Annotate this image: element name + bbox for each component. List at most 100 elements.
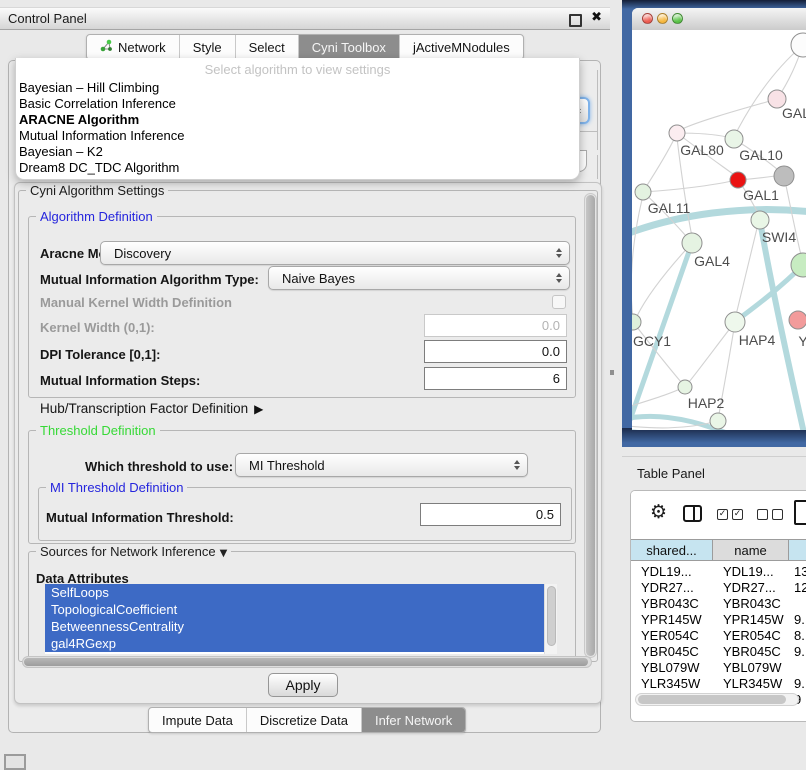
resize-handle[interactable]	[610, 370, 614, 375]
network-node[interactable]	[774, 166, 794, 186]
sources-toggle[interactable]: Sources for Network Inference▼	[36, 544, 231, 559]
hub-definition-toggle[interactable]: Hub/Transcription Factor Definition▶	[40, 401, 263, 416]
network-edge[interactable]	[646, 133, 677, 187]
network-edge[interactable]	[633, 322, 681, 382]
network-edge[interactable]	[637, 243, 692, 316]
table-row[interactable]: YBL079WYBL079W	[631, 659, 806, 675]
attribute-list-item[interactable]: BetweennessCentrality	[45, 618, 557, 635]
algorithm-option-bayesian-k2[interactable]: Bayesian – K2	[16, 144, 579, 160]
group-title: Threshold Definition	[36, 423, 160, 438]
mi-steps-input[interactable]: 6	[424, 367, 567, 390]
attribute-list-item[interactable]: gal4RGexp	[45, 635, 557, 652]
tab-label: Select	[249, 40, 285, 55]
columns-icon[interactable]	[683, 505, 702, 522]
node-label: Y	[798, 333, 806, 349]
tab-cyni-toolbox[interactable]: Cyni Toolbox	[299, 35, 400, 59]
list-vertical-scrollbar[interactable]	[544, 584, 557, 654]
tab-impute-data[interactable]: Impute Data	[149, 708, 247, 732]
node-label: GAL11	[648, 200, 691, 216]
network-graph[interactable]: GALGAL80GAL10GAL1GAL11SWI4GAL4GCY1HAP4YH…	[632, 30, 806, 430]
apply-button[interactable]: Apply	[268, 673, 338, 697]
column-header-shared[interactable]: shared...	[631, 540, 713, 560]
top-tabs: NetworkStyle Select Cyni ToolboxjActiveMNo…	[86, 34, 524, 60]
table-horizontal-scrollbar[interactable]	[635, 693, 799, 706]
page-icon[interactable]	[794, 500, 806, 525]
table-row[interactable]: YER054CYER054C8.	[631, 627, 806, 643]
attribute-list-item[interactable]: TopologicalCoefficient	[45, 601, 557, 618]
network-node[interactable]	[669, 125, 685, 141]
settings-horizontal-scrollbar[interactable]	[22, 656, 592, 668]
table-row[interactable]: YLR345WYLR345W9.	[631, 675, 806, 691]
network-window-titlebar[interactable]	[632, 8, 806, 31]
network-node[interactable]	[635, 184, 651, 200]
network-node[interactable]	[678, 380, 692, 394]
threshold-select[interactable]: MI Threshold	[235, 453, 528, 477]
network-canvas[interactable]: GALGAL80GAL10GAL1GAL11SWI4GAL4GCY1HAP4YH…	[632, 30, 806, 430]
input-value: 0.5	[536, 507, 554, 522]
network-node[interactable]	[710, 413, 726, 429]
network-edge[interactable]	[784, 176, 802, 259]
manual-kernel-checkbox[interactable]	[552, 295, 566, 309]
scrollbar-thumb[interactable]	[547, 586, 556, 646]
table-row[interactable]: YDR27...YDR27...12	[631, 579, 806, 595]
algorithm-option-dream8-dc-tdc-algorithm[interactable]: Dream8 DC_TDC Algorithm	[16, 160, 579, 176]
network-node[interactable]	[789, 311, 806, 329]
node-label: GAL4	[694, 253, 730, 269]
panel-divider	[622, 456, 806, 457]
tab-infer-network[interactable]: Infer Network	[362, 708, 465, 732]
column-header-name[interactable]: name	[713, 540, 789, 560]
minimize-traffic-light[interactable]	[657, 13, 668, 24]
data-attributes-list[interactable]: SelfLoopsTopologicalCoefficientBetweenne…	[45, 584, 557, 654]
column-header-a[interactable]: A	[789, 540, 806, 560]
network-node[interactable]	[751, 211, 769, 229]
close-icon[interactable]: ✖	[591, 10, 602, 25]
tab-select[interactable]: Select	[236, 35, 299, 59]
checked-checkbox-icon[interactable]: ✓	[717, 509, 728, 520]
node-label: HAP2	[688, 395, 725, 411]
close-traffic-light[interactable]	[642, 13, 653, 24]
selected-value: MI Threshold	[249, 458, 325, 473]
table-cell: 9.	[789, 644, 806, 659]
table-body: YDL19...YDL19...13YDR27...YDR27...12YBR0…	[631, 563, 806, 707]
aracne-mode-select[interactable]: Discovery	[100, 241, 570, 265]
mi-threshold-input[interactable]: 0.5	[420, 503, 561, 526]
table-row[interactable]: YBR043CYBR043C	[631, 595, 806, 611]
mi-type-select[interactable]: Naive Bayes	[268, 266, 570, 290]
gear-icon[interactable]: ⚙	[650, 501, 667, 523]
settings-vertical-scrollbar[interactable]	[584, 193, 597, 658]
table-row[interactable]: YPR145WYPR145W9.	[631, 611, 806, 627]
network-node[interactable]	[725, 312, 745, 332]
network-node[interactable]	[632, 314, 641, 330]
algorithm-option-aracne-algorithm[interactable]: ARACNE Algorithm	[16, 112, 579, 128]
tab-discretize-data[interactable]: Discretize Data	[247, 708, 362, 732]
unchecked-checkbox-icon[interactable]	[757, 509, 768, 520]
network-edge[interactable]	[632, 188, 645, 318]
network-node[interactable]	[682, 233, 702, 253]
minimized-panel-button[interactable]	[4, 754, 26, 770]
algorithm-option-basic-correlation-inference[interactable]: Basic Correlation Inference	[16, 96, 579, 112]
dpi-tolerance-input[interactable]: 0.0	[424, 340, 567, 363]
algorithm-option-bayesian-hill-climbing[interactable]: Bayesian – Hill Climbing	[16, 80, 579, 96]
zoom-traffic-light[interactable]	[672, 13, 683, 24]
scrollbar-thumb[interactable]	[638, 695, 786, 704]
tab-network[interactable]: Network	[87, 35, 180, 59]
kernel-width-input[interactable]: 0.0	[424, 314, 567, 337]
network-edge[interactable]	[643, 181, 732, 192]
scrollbar-thumb[interactable]	[586, 195, 595, 656]
network-node[interactable]	[730, 172, 746, 188]
scrollbar-thumb[interactable]	[24, 658, 588, 666]
algorithm-option-mutual-information-inference[interactable]: Mutual Information Inference	[16, 128, 579, 144]
float-panel-icon[interactable]	[569, 14, 582, 27]
attribute-list-item[interactable]: SelfLoops	[45, 584, 557, 601]
checked-checkbox-icon[interactable]: ✓	[732, 509, 743, 520]
network-node[interactable]	[725, 130, 743, 148]
table-row[interactable]: YDL19...YDL19...13	[631, 563, 806, 579]
network-edge[interactable]	[682, 99, 777, 129]
table-row[interactable]: YBR045CYBR045C9.	[631, 643, 806, 659]
tab-style[interactable]: Style	[180, 35, 236, 59]
network-edge[interactable]	[689, 322, 735, 382]
network-edge[interactable]	[736, 220, 759, 315]
tab-jactivemnodules[interactable]: jActiveMNodules	[400, 35, 523, 59]
unchecked-checkbox-icon[interactable]	[772, 509, 783, 520]
node-label: GAL	[782, 105, 806, 121]
